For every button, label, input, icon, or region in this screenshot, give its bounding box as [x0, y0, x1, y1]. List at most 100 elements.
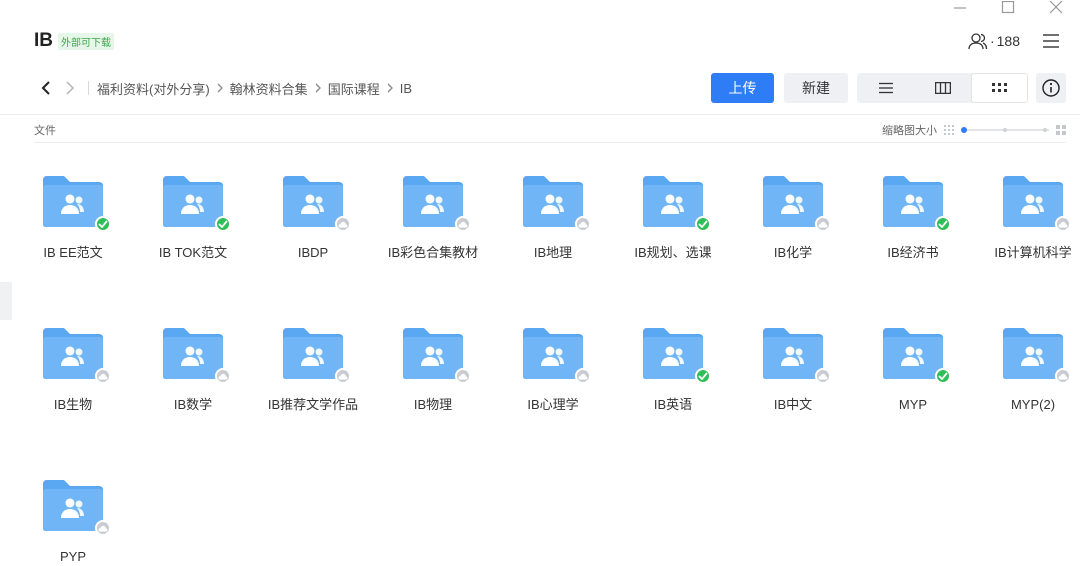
new-button[interactable]: 新建	[784, 73, 848, 103]
folder-name: IB心理学	[527, 397, 579, 412]
slider-stop	[1003, 128, 1007, 132]
folder-name: IB数学	[173, 397, 213, 412]
thumb-size-slider[interactable]	[961, 125, 1049, 135]
maximize-icon[interactable]	[984, 0, 1032, 16]
shared-folder-icon	[40, 326, 111, 384]
breadcrumb-item[interactable]: 福利资料(对外分享)	[97, 79, 210, 98]
folder-item[interactable]: IB生物	[19, 326, 129, 414]
back-button[interactable]	[34, 76, 58, 100]
shared-folder-icon	[280, 326, 351, 384]
window-controls	[936, 0, 1080, 16]
minimize-icon[interactable]	[936, 0, 984, 16]
cloud-icon	[1055, 216, 1071, 232]
synced-check-icon	[215, 216, 231, 232]
folder-item[interactable]: IBDP	[259, 174, 369, 262]
folder-name: IB EE范文	[43, 245, 103, 260]
folder-name: IBDP	[297, 245, 329, 260]
cloud-icon	[335, 368, 351, 384]
cloud-icon	[95, 520, 111, 536]
cloud-icon	[815, 216, 831, 232]
shared-folder-icon	[880, 326, 951, 384]
member-dot: ·	[989, 33, 995, 49]
small-grid-icon	[944, 125, 954, 135]
shared-folder-icon	[160, 174, 231, 232]
grid-view-icon	[991, 83, 1007, 92]
info-icon	[1042, 79, 1060, 97]
members-icon	[968, 33, 988, 50]
folder-name: PYP	[59, 549, 86, 564]
header-right: · 188	[968, 32, 1060, 50]
breadcrumb-item[interactable]: 翰林资料合集	[230, 79, 308, 98]
shared-folder-icon	[640, 174, 711, 232]
chevron-left-icon	[41, 81, 50, 95]
cloud-icon	[215, 368, 231, 384]
folder-name: IB经济书	[887, 245, 939, 260]
large-grid-icon	[1056, 125, 1066, 135]
close-icon[interactable]	[1032, 0, 1080, 16]
breadcrumb-current: IB	[399, 80, 412, 96]
folder-item[interactable]: IB推荐文学作品	[259, 326, 369, 414]
view-switcher	[857, 73, 1028, 103]
folder-name: IB化学	[773, 245, 813, 260]
header: IB 外部可下载 · 188	[34, 26, 1060, 56]
chevron-right-icon	[386, 83, 394, 93]
info-button[interactable]	[1036, 73, 1066, 103]
folder-item[interactable]: IB心理学	[499, 326, 609, 414]
section-divider	[34, 142, 1066, 143]
folder-item[interactable]: IB地理	[499, 174, 609, 262]
chevron-right-icon	[66, 81, 75, 95]
folder-item[interactable]: IB中文	[739, 326, 849, 414]
thumb-size-control: 缩略图大小	[882, 122, 1066, 138]
shared-folder-icon	[640, 326, 711, 384]
shared-folder-icon	[280, 174, 351, 232]
chevron-right-icon	[216, 83, 224, 93]
folder-item[interactable]: IB英语	[619, 326, 729, 414]
shared-folder-icon	[880, 174, 951, 232]
synced-check-icon	[695, 368, 711, 384]
synced-check-icon	[95, 216, 111, 232]
members-button[interactable]: · 188	[968, 32, 1020, 50]
breadcrumb-item[interactable]: 国际课程	[328, 79, 380, 98]
page-title: IB	[34, 30, 53, 51]
folder-item[interactable]: IB TOK范文	[139, 174, 249, 262]
folder-name: IB中文	[773, 397, 813, 412]
folder-item[interactable]: IB物理	[379, 326, 489, 414]
member-count: 188	[996, 33, 1020, 49]
folder-name: MYP(2)	[1010, 397, 1056, 412]
shared-folder-icon	[1000, 174, 1071, 232]
shared-folder-icon	[400, 326, 471, 384]
forward-button[interactable]	[58, 76, 82, 100]
synced-check-icon	[935, 368, 951, 384]
folder-item[interactable]: MYP	[859, 326, 969, 414]
toolbar: 福利资料(对外分享) 翰林资料合集 国际课程 IB 上传 新建	[34, 72, 1066, 104]
toolbar-divider	[0, 114, 1080, 115]
download-tag: 外部可下载	[58, 32, 114, 50]
folder-name: IB推荐文学作品	[267, 397, 359, 412]
folder-item[interactable]: IB化学	[739, 174, 849, 262]
toolbar-actions: 上传 新建	[711, 73, 1066, 103]
folder-item[interactable]: MYP(2)	[979, 326, 1080, 414]
slider-knob[interactable]	[961, 127, 967, 133]
folder-item[interactable]: IB规划、选课	[619, 174, 729, 262]
grid-view-button[interactable]	[971, 73, 1028, 103]
cloud-icon	[455, 368, 471, 384]
sidebar-handle[interactable]	[0, 282, 12, 320]
folder-item[interactable]: IB数学	[139, 326, 249, 414]
folder-item[interactable]: IB彩色合集教材	[379, 174, 489, 262]
subheader: 文件 缩略图大小	[34, 122, 1066, 138]
breadcrumb: 福利资料(对外分享) 翰林资料合集 国际课程 IB	[97, 79, 412, 98]
shared-folder-icon	[520, 174, 591, 232]
menu-icon[interactable]	[1028, 32, 1060, 50]
column-view-button[interactable]	[914, 73, 971, 103]
folder-item[interactable]: IB计算机科学	[979, 174, 1080, 262]
thumb-size-label: 缩略图大小	[882, 125, 937, 137]
folder-name: IB英语	[653, 397, 693, 412]
folder-item[interactable]: PYP	[19, 478, 129, 566]
shared-folder-icon	[160, 326, 231, 384]
folder-item[interactable]: IB EE范文	[19, 174, 129, 262]
upload-button[interactable]: 上传	[711, 73, 774, 103]
folder-item[interactable]: IB经济书	[859, 174, 969, 262]
folder-name: IB规划、选课	[634, 245, 712, 260]
list-view-button[interactable]	[857, 73, 914, 103]
slider-stop	[1043, 128, 1047, 132]
